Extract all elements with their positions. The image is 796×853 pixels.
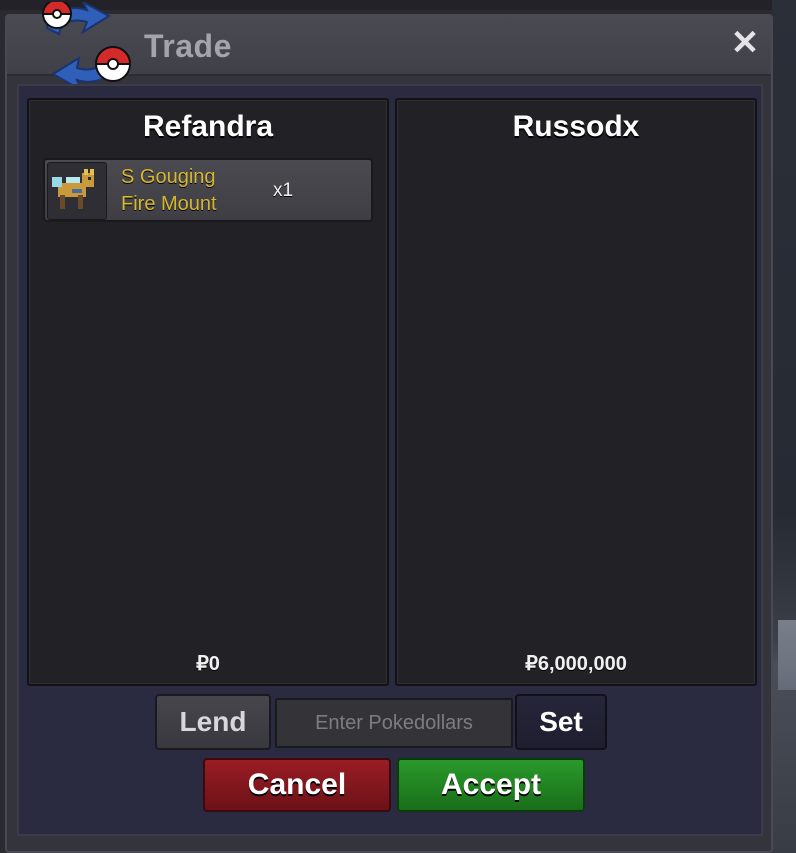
item-quantity: x1 (273, 180, 294, 201)
left-player-money: ₽0 (196, 653, 220, 675)
right-offer-panel: Russodx ₽6,000,000 (395, 98, 757, 686)
item-name-line1: S Gouging (121, 166, 216, 188)
left-player-name: Refandra (142, 110, 274, 143)
lend-button[interactable]: Lend (155, 694, 271, 750)
gouging-fire-mount-icon (47, 162, 107, 220)
right-player-name: Russodx (512, 110, 640, 143)
close-button[interactable]: ✕ (729, 26, 761, 60)
window-title: Trade (144, 28, 232, 64)
accept-button[interactable]: Accept (397, 758, 585, 812)
right-player-money: ₽6,000,000 (525, 653, 627, 675)
item-name-line2: Fire Mount (121, 193, 217, 215)
trade-content: Refandra S Gouging Fire Mount x1 ₽0 Russ… (17, 84, 763, 836)
trade-item-slot[interactable]: S Gouging Fire Mount x1 (43, 158, 373, 222)
game-background-right (772, 0, 796, 853)
left-offer-panel: Refandra S Gouging Fire Mount x1 ₽0 (27, 98, 389, 686)
trade-window: Trade ✕ Refandra S Gouging Fire Mount x1… (5, 2, 773, 853)
background-scenery (778, 620, 796, 690)
set-button[interactable]: Set (515, 694, 607, 750)
trade-logo-icon (41, 2, 132, 92)
item-name: S Gouging Fire Mount (121, 164, 271, 218)
pokedollars-input[interactable] (275, 698, 513, 748)
cancel-button[interactable]: Cancel (203, 758, 391, 812)
